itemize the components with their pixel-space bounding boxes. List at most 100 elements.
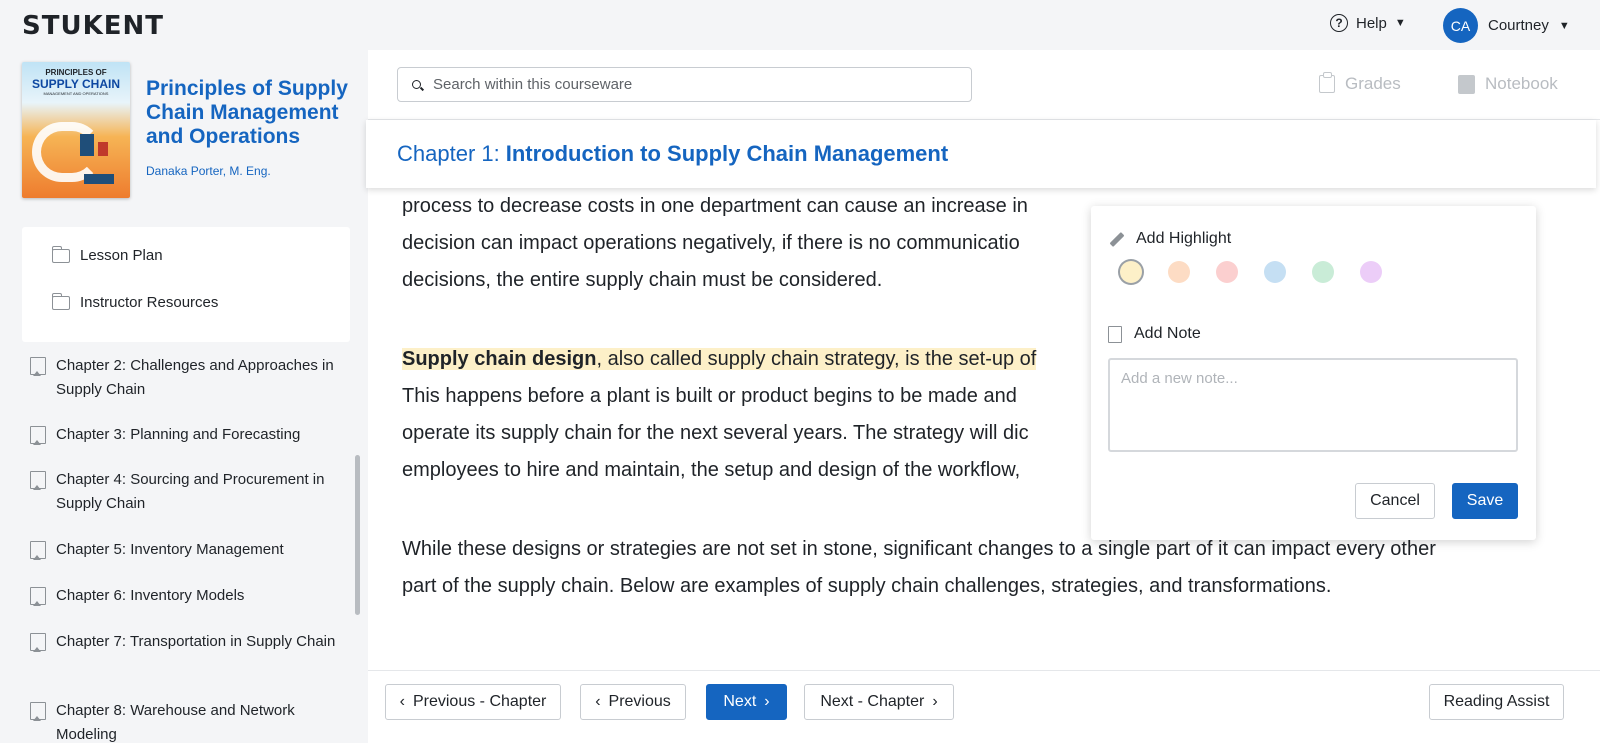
grades-button[interactable]: Grades: [1319, 72, 1401, 94]
chapter-prefix: Chapter 1:: [397, 141, 500, 166]
search-icon: [412, 80, 421, 89]
next-button[interactable]: Next ›: [706, 684, 787, 720]
help-menu[interactable]: ? Help ▼: [1330, 14, 1406, 32]
folder-icon: [51, 245, 70, 263]
sidebar-item-label: Instructor Resources: [80, 294, 219, 311]
sidebar-item-lesson-plan[interactable]: Lesson Plan: [51, 245, 163, 264]
bookmark-icon: [30, 426, 46, 445]
button-label: Previous - Chapter: [412, 693, 547, 710]
annotation-popup: Add Highlight Add Note Cancel Save: [1091, 206, 1536, 540]
cover-building-art: [80, 134, 94, 156]
chapter-header: Chapter 1: Introduction to Supply Chain …: [366, 120, 1596, 188]
cover-building-art: [98, 142, 108, 156]
cover-line-3: MANAGEMENT AND OPERATIONS: [43, 91, 109, 96]
chapter-label: Chapter 6: Inventory Models: [56, 587, 245, 604]
sidebar-item-chapter-3[interactable]: Chapter 3: Planning and Forecasting: [30, 423, 340, 447]
swatch-red[interactable]: [1216, 261, 1238, 283]
highlighted-text[interactable]: Supply chain design, also called supply …: [402, 348, 1037, 370]
sidebar-scrollbar[interactable]: [355, 455, 360, 615]
footer-nav: ‹ Previous - Chapter ‹ Previous Next › N…: [368, 670, 1600, 743]
search-input[interactable]: [433, 76, 953, 93]
note-textarea[interactable]: [1108, 358, 1518, 452]
search-row: Grades Notebook: [368, 50, 1600, 120]
chapter-subpanel: Lesson Plan Instructor Resources: [22, 227, 350, 342]
paragraph-3: While these designs or strategies are no…: [402, 531, 1527, 605]
search-box[interactable]: [397, 67, 972, 102]
sidebar-item-chapter-7[interactable]: Chapter 7: Transportation in Supply Chai…: [30, 630, 340, 654]
save-button[interactable]: Save: [1452, 483, 1518, 519]
bookmark-icon: [30, 587, 46, 606]
previous-button[interactable]: ‹ Previous: [580, 684, 686, 720]
button-label: Reading Assist: [1443, 693, 1550, 710]
avatar: CA: [1443, 8, 1478, 43]
clipboard-icon: [1319, 72, 1335, 93]
button-label: Next: [723, 693, 757, 710]
highlighted-rest: , also called supply chain strategy, is …: [596, 348, 1037, 370]
chevron-right-icon: ›: [932, 693, 938, 710]
grades-label: Grades: [1345, 74, 1401, 93]
cancel-button[interactable]: Cancel: [1355, 483, 1435, 519]
key-term: Supply chain design: [402, 348, 597, 370]
chapter-label: Chapter 3: Planning and Forecasting: [56, 426, 301, 443]
cover-building-art: [84, 174, 114, 184]
chevron-right-icon: ›: [764, 693, 770, 710]
book-cover: PRINCIPLES OF SUPPLY CHAIN MANAGEMENT AN…: [22, 62, 130, 198]
swatch-blue[interactable]: [1264, 261, 1286, 283]
chapter-title: Introduction to Supply Chain Management: [505, 141, 949, 166]
add-highlight-header: Add Highlight: [1108, 230, 1231, 248]
notebook-label: Notebook: [1485, 74, 1558, 93]
highlight-color-swatches: [1120, 261, 1382, 283]
sidebar-item-chapter-8[interactable]: Chapter 8: Warehouse and Network Modelin…: [30, 699, 340, 743]
chapter-list: Chapter 2: Challenges and Approaches in …: [0, 346, 350, 743]
bookmark-icon: [30, 357, 46, 376]
pencil-icon: [1108, 231, 1124, 247]
add-note-label: Add Note: [1134, 325, 1201, 342]
sidebar-item-chapter-2[interactable]: Chapter 2: Challenges and Approaches in …: [30, 354, 340, 402]
sidebar-item-chapter-4[interactable]: Chapter 4: Sourcing and Procurement in S…: [30, 468, 340, 516]
help-icon: ?: [1330, 14, 1348, 32]
bookmark-icon: [30, 471, 46, 490]
notebook-icon: [1458, 74, 1475, 94]
sidebar: PRINCIPLES OF SUPPLY CHAIN MANAGEMENT AN…: [0, 50, 368, 743]
previous-chapter-button[interactable]: ‹ Previous - Chapter: [385, 684, 561, 720]
top-bar: STUKENT ? Help ▼ CA Courtney ▼: [0, 0, 1600, 50]
swatch-orange[interactable]: [1168, 261, 1190, 283]
chevron-down-icon: ▼: [1394, 17, 1406, 29]
chapter-label: Chapter 2: Challenges and Approaches in …: [56, 357, 334, 398]
user-name: Courtney: [1488, 17, 1549, 34]
sidebar-item-label: Lesson Plan: [80, 247, 163, 264]
chevron-left-icon: ‹: [399, 693, 405, 710]
chevron-left-icon: ‹: [595, 693, 601, 710]
book-title[interactable]: Principles of Supply Chain Management an…: [146, 77, 356, 149]
add-note-header: Add Note: [1108, 325, 1201, 343]
chevron-down-icon: ▼: [1558, 19, 1570, 32]
stukent-logo[interactable]: STUKENT: [22, 11, 164, 41]
button-label: Previous: [608, 693, 671, 710]
reading-assist-button[interactable]: Reading Assist: [1429, 684, 1564, 720]
note-icon: [1108, 325, 1122, 343]
notebook-button[interactable]: Notebook: [1458, 74, 1558, 94]
swatch-green[interactable]: [1312, 261, 1334, 283]
button-label: Next - Chapter: [820, 693, 925, 710]
chapter-label: Chapter 8: Warehouse and Network Modelin…: [56, 702, 295, 743]
cover-line-1: PRINCIPLES OF: [45, 68, 107, 77]
help-label: Help: [1356, 14, 1387, 32]
user-menu[interactable]: CA Courtney ▼: [1443, 8, 1570, 43]
add-highlight-label: Add Highlight: [1136, 230, 1232, 247]
sidebar-item-chapter-6[interactable]: Chapter 6: Inventory Models: [30, 584, 340, 608]
chapter-label: Chapter 4: Sourcing and Procurement in S…: [56, 471, 325, 512]
chapter-label: Chapter 5: Inventory Management: [56, 541, 284, 558]
book-author: Danaka Porter, M. Eng.: [146, 164, 271, 178]
folder-icon: [51, 292, 70, 310]
text-line: part of the supply chain. Below are exam…: [402, 575, 1332, 597]
bookmark-icon: [30, 702, 46, 721]
sidebar-item-chapter-5[interactable]: Chapter 5: Inventory Management: [30, 538, 340, 562]
bookmark-icon: [30, 633, 46, 652]
bookmark-icon: [30, 541, 46, 560]
chapter-label: Chapter 7: Transportation in Supply Chai…: [56, 633, 336, 650]
next-chapter-button[interactable]: Next - Chapter ›: [804, 684, 954, 720]
cover-line-2: SUPPLY CHAIN: [31, 77, 121, 91]
swatch-yellow[interactable]: [1120, 261, 1142, 283]
sidebar-item-instructor-resources[interactable]: Instructor Resources: [51, 292, 219, 311]
swatch-purple[interactable]: [1360, 261, 1382, 283]
